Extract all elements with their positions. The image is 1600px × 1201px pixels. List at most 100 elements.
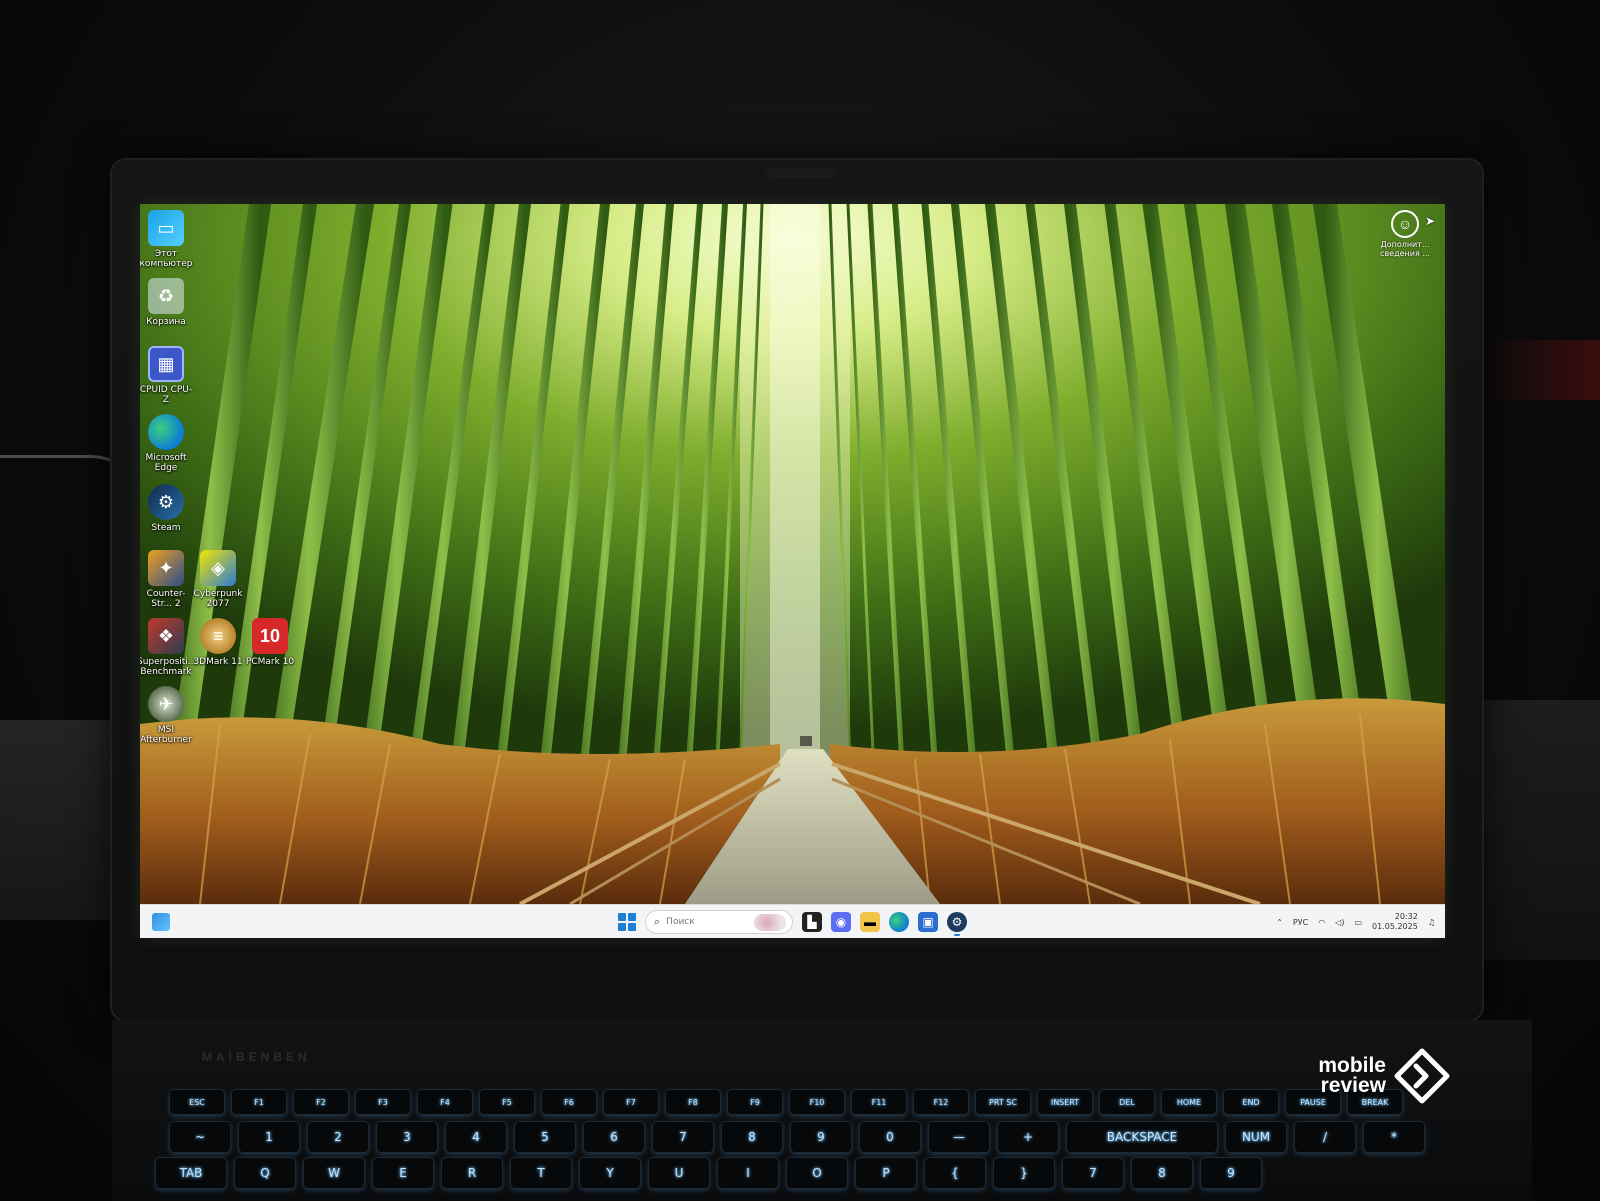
- edge-icon: [148, 414, 184, 450]
- key-del: DEL: [1100, 1090, 1154, 1114]
- edge-taskbar-icon[interactable]: [889, 912, 909, 932]
- key-8: 8: [722, 1122, 782, 1152]
- key-3: 3: [377, 1122, 437, 1152]
- watermark-text: mobile review: [1318, 1054, 1386, 1097]
- clock[interactable]: 20:32 01.05.2025: [1372, 912, 1418, 932]
- key-7: 7: [1063, 1158, 1123, 1188]
- key-u: U: [649, 1158, 709, 1188]
- taskbar: ⌕ ▙ ◉ ▬ ▣ ⚙ ⌃ РУС ◠ ◁) ▭ 20:32 01.05.202…: [140, 904, 1445, 938]
- desktop-icon-label: Counter-Str... 2: [146, 589, 186, 609]
- mouse-cursor-icon: ➤: [1424, 214, 1435, 228]
- taskbar-center: ⌕ ▙ ◉ ▬ ▣ ⚙: [618, 909, 967, 936]
- key-f7: F7: [604, 1090, 658, 1114]
- desktop-icon-label: MSI Afterburner: [140, 725, 192, 745]
- background-light: [1480, 340, 1600, 400]
- desktop-icon-label: Cyberpunk 2077: [193, 589, 243, 609]
- desktop-icon-counter-strike[interactable]: ✦ Counter-Str... 2: [140, 550, 195, 609]
- desktop-icon-recycle-bin[interactable]: ♻ Корзина: [140, 278, 195, 327]
- key-2: 2: [308, 1122, 368, 1152]
- desktop-icon-edge[interactable]: Microsoft Edge: [140, 414, 195, 473]
- 3dmark-icon: ≡: [200, 618, 236, 654]
- file-explorer-icon[interactable]: ▬: [860, 912, 880, 932]
- mobile-review-watermark: mobile review: [1318, 1048, 1450, 1104]
- key-r: R: [442, 1158, 502, 1188]
- key-9: 9: [1201, 1158, 1261, 1188]
- desktop-icon-label: Этот компьютер: [140, 249, 193, 269]
- chat-icon[interactable]: ◉: [831, 912, 851, 932]
- key-f1: F1: [232, 1090, 286, 1114]
- key--: ~: [170, 1122, 230, 1152]
- desktop-icon-pcmark[interactable]: 10 PCMark 10: [241, 618, 299, 667]
- key-prt-sc: PRT SC: [976, 1090, 1030, 1114]
- widgets-icon[interactable]: [152, 913, 170, 931]
- key-backspace: BACKSPACE: [1067, 1122, 1217, 1152]
- desktop-icon-this-pc[interactable]: ▭ Этот компьютер: [140, 210, 195, 269]
- desktop-icon-cyberpunk[interactable]: ◈ Cyberpunk 2077: [189, 550, 247, 609]
- key-4: 4: [446, 1122, 506, 1152]
- cyberpunk-icon: ◈: [200, 550, 236, 586]
- monitor-icon: ▭: [148, 210, 184, 246]
- desktop-icon-cpu-z[interactable]: ▦ CPUID CPU-Z: [140, 346, 195, 405]
- language-indicator[interactable]: РУС: [1293, 918, 1308, 927]
- desktop-icon-3dmark[interactable]: ≡ 3DMark 11: [189, 618, 247, 667]
- battery-icon[interactable]: ▭: [1354, 918, 1362, 927]
- pcmark-icon: 10: [252, 618, 288, 654]
- key-f3: F3: [356, 1090, 410, 1114]
- desktop-icon-label: PCMark 10: [245, 657, 295, 667]
- laptop-brand-logo: MAIBENBEN: [202, 1050, 311, 1064]
- key-num: NUM: [1226, 1122, 1286, 1152]
- key-home: HOME: [1162, 1090, 1216, 1114]
- key-f11: F11: [852, 1090, 906, 1114]
- key-9: 9: [791, 1122, 851, 1152]
- key-f2: F2: [294, 1090, 348, 1114]
- key--: *: [1364, 1122, 1424, 1152]
- desktop-icon-msi-afterburner[interactable]: ✈ MSI Afterburner: [140, 686, 195, 745]
- key-f10: F10: [790, 1090, 844, 1114]
- key--: +: [998, 1122, 1058, 1152]
- clock-time: 20:32: [1394, 912, 1418, 921]
- desktop-icon-steam[interactable]: ⚙ Steam: [140, 484, 195, 533]
- key-8: 8: [1132, 1158, 1192, 1188]
- key-p: P: [856, 1158, 916, 1188]
- desktop-icon-label: CPUID CPU-Z: [140, 385, 193, 405]
- watermark-line-1: mobile: [1318, 1054, 1386, 1077]
- key-f12: F12: [914, 1090, 968, 1114]
- key-f5: F5: [480, 1090, 534, 1114]
- notification-bell-icon[interactable]: ♫: [1428, 918, 1435, 927]
- task-view-icon[interactable]: ▙: [802, 912, 822, 932]
- key-f9: F9: [728, 1090, 782, 1114]
- key-o: O: [787, 1158, 847, 1188]
- volume-icon[interactable]: ◁): [1335, 918, 1344, 927]
- key-insert: INSERT: [1038, 1090, 1092, 1114]
- key-w: W: [304, 1158, 364, 1188]
- webcam: [766, 168, 836, 178]
- desktop-icon-superposition[interactable]: ❖ Superpositi... Benchmark: [140, 618, 196, 677]
- system-tray: ⌃ РУС ◠ ◁) ▭ 20:32 01.05.2025 ♫: [1276, 905, 1435, 938]
- widget-label: Дополнит... сведения ...: [1380, 240, 1430, 258]
- desktop-icon-label: Microsoft Edge: [145, 453, 187, 473]
- key-5: 5: [515, 1122, 575, 1152]
- key-esc: ESC: [170, 1090, 224, 1114]
- key-f8: F8: [666, 1090, 720, 1114]
- steam-icon: ⚙: [148, 484, 184, 520]
- search-highlight-image: [754, 914, 786, 931]
- chevron-up-icon[interactable]: ⌃: [1276, 918, 1283, 927]
- cpu-z-icon: ▦: [148, 346, 184, 382]
- desktop-icon-label: Steam: [151, 523, 181, 533]
- steam-taskbar-icon[interactable]: ⚙: [947, 912, 967, 936]
- wifi-icon[interactable]: ◠: [1318, 918, 1325, 927]
- key-1: 1: [239, 1122, 299, 1152]
- start-button[interactable]: [618, 913, 636, 931]
- key--: /: [1295, 1122, 1355, 1152]
- desk-object-right: [1480, 700, 1600, 960]
- search-input[interactable]: [666, 917, 747, 927]
- taskbar-search[interactable]: ⌕: [645, 910, 793, 934]
- key-end: END: [1224, 1090, 1278, 1114]
- watermark-line-2: review: [1320, 1074, 1386, 1097]
- key-y: Y: [580, 1158, 640, 1188]
- store-icon[interactable]: ▣: [918, 912, 938, 932]
- more-info-widget[interactable]: ☺ Дополнит... сведения ...: [1379, 210, 1431, 258]
- key-q: Q: [235, 1158, 295, 1188]
- recycle-bin-icon: ♻: [148, 278, 184, 314]
- clock-date: 01.05.2025: [1372, 922, 1418, 931]
